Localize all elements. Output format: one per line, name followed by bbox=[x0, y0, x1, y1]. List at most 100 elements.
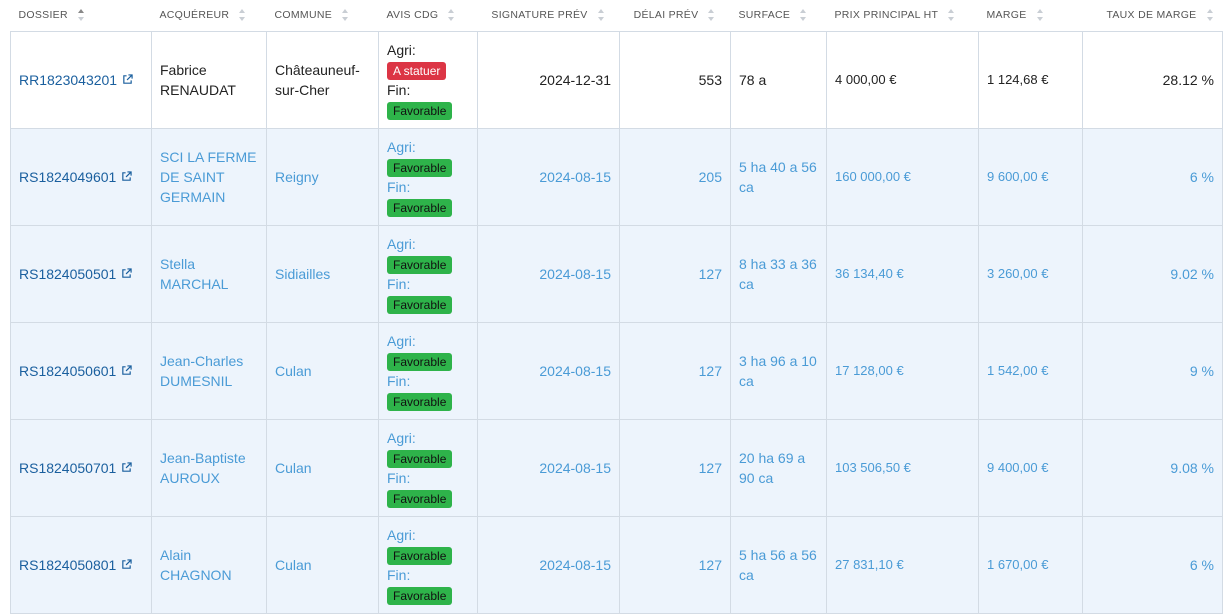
dossier-cell: RS1824049601 bbox=[10, 127, 152, 226]
fin-label: Fin: bbox=[387, 372, 411, 389]
dossier-link[interactable]: RS1824050501 bbox=[19, 266, 132, 282]
dossier-cell: RR1823043201 bbox=[10, 30, 152, 129]
column-header-label: Avis CDG bbox=[386, 9, 439, 22]
delai-cell: 127 bbox=[619, 321, 731, 420]
external-link-icon[interactable] bbox=[121, 364, 132, 376]
column-header-label: Marge bbox=[986, 9, 1027, 22]
agri-label: Agri: bbox=[387, 235, 416, 252]
surface-cell: 20 ha 69 a 90 ca bbox=[730, 418, 827, 517]
commune-cell: Sidiailles bbox=[266, 224, 379, 323]
column-header-label: Dossier bbox=[18, 9, 68, 22]
sort-arrows-icon[interactable] bbox=[77, 8, 86, 22]
surface-cell: 78 a bbox=[730, 30, 827, 129]
fin-status-badge: Favorable bbox=[387, 101, 453, 120]
dossier-id: RS1824049601 bbox=[19, 168, 117, 185]
table-row[interactable]: RS1824050501 Stella MARCHAL Sidiailles Agri… bbox=[10, 224, 1223, 323]
delai-cell: 127 bbox=[619, 224, 731, 323]
fin-label: Fin: bbox=[387, 178, 411, 195]
dossier-link[interactable]: RR1823043201 bbox=[19, 72, 133, 88]
table-row[interactable]: RS1824049601 SCI LA FERME DE SAINT GERMAI… bbox=[10, 127, 1223, 226]
sort-arrows-icon[interactable] bbox=[708, 8, 716, 22]
fin-status-badge: Favorable bbox=[387, 489, 453, 508]
sort-arrows-icon[interactable] bbox=[597, 8, 606, 22]
taux-cell: 6 % bbox=[1082, 127, 1223, 226]
table-row[interactable]: RS1824050601 Jean-Charles DUMESNIL Culan Ag… bbox=[10, 321, 1223, 420]
agri-label: Agri: bbox=[387, 526, 416, 543]
column-header-dossier[interactable]: Dossier bbox=[11, 0, 152, 31]
sort-arrows-icon[interactable] bbox=[1036, 8, 1045, 22]
column-header-surface[interactable]: Surface bbox=[731, 0, 827, 31]
sort-arrows-icon[interactable] bbox=[448, 8, 456, 22]
table-row[interactable]: RS1824050801 Alain CHAGNON Culan Agri: Favor… bbox=[10, 515, 1223, 614]
column-header-label: Taux de marge bbox=[1106, 9, 1197, 22]
column-header-label: Commune bbox=[274, 9, 333, 22]
fin-label: Fin: bbox=[387, 81, 411, 98]
fin-label: Fin: bbox=[387, 566, 411, 583]
column-header-marge[interactable]: Marge bbox=[979, 0, 1083, 31]
external-link-icon[interactable] bbox=[121, 461, 132, 473]
sort-arrows-icon[interactable] bbox=[948, 8, 956, 22]
dossier-cell: RS1824050701 bbox=[10, 418, 152, 517]
dossier-link[interactable]: RS1824050801 bbox=[19, 557, 132, 573]
agri-label: Agri: bbox=[387, 429, 416, 446]
avis-cdg-cell: Agri: Favorable Fin: Favorable bbox=[378, 224, 478, 323]
column-header-label: Prix principal HT bbox=[834, 9, 939, 22]
column-header-taux[interactable]: Taux de marge bbox=[1083, 0, 1223, 31]
dossier-link[interactable]: RS1824049601 bbox=[19, 169, 132, 185]
surface-cell: 5 ha 56 a 56 ca bbox=[730, 515, 827, 614]
prix-cell: 36 134,40 € bbox=[826, 224, 979, 323]
column-header-avis[interactable]: Avis CDG bbox=[379, 0, 478, 31]
table-row[interactable]: RR1823043201 Fabrice RENAUDAT Châteauneuf-… bbox=[10, 30, 1223, 129]
sort-arrows-icon[interactable] bbox=[800, 8, 808, 22]
prix-cell: 4 000,00 € bbox=[826, 30, 979, 129]
column-header-signature[interactable]: Signature prév bbox=[478, 0, 620, 31]
commune-cell: Culan bbox=[266, 515, 379, 614]
fin-status-badge: Favorable bbox=[387, 586, 453, 605]
taux-cell: 6 % bbox=[1082, 515, 1223, 614]
external-link-icon[interactable] bbox=[121, 558, 132, 570]
column-header-commune[interactable]: Commune bbox=[267, 0, 379, 31]
acquereur-cell: Jean-Charles DUMESNIL bbox=[151, 321, 267, 420]
dossier-link[interactable]: RS1824050601 bbox=[19, 363, 132, 379]
delai-cell: 553 bbox=[619, 30, 731, 129]
column-header-prix[interactable]: Prix principal HT bbox=[827, 0, 979, 31]
commune-cell: Châteauneuf-sur-Cher bbox=[266, 30, 379, 129]
delai-cell: 205 bbox=[619, 127, 731, 226]
dossier-link[interactable]: RS1824050701 bbox=[19, 460, 132, 476]
agri-label: Agri: bbox=[387, 332, 416, 349]
agri-status-badge: Favorable bbox=[387, 158, 453, 177]
sort-arrows-icon[interactable] bbox=[342, 8, 350, 22]
column-header-delai[interactable]: Délai prév bbox=[620, 0, 731, 31]
sort-arrows-icon[interactable] bbox=[1206, 8, 1215, 22]
dossier-id: RS1824050501 bbox=[19, 265, 117, 282]
taux-cell: 28.12 % bbox=[1082, 30, 1223, 129]
taux-cell: 9.08 % bbox=[1082, 418, 1223, 517]
avis-cdg-cell: Agri: Favorable Fin: Favorable bbox=[378, 321, 478, 420]
column-header-label: Surface bbox=[738, 9, 791, 22]
column-header-acquereur[interactable]: Acquéreur bbox=[152, 0, 267, 31]
external-link-icon[interactable] bbox=[122, 73, 133, 85]
surface-cell: 8 ha 33 a 36 ca bbox=[730, 224, 827, 323]
external-link-icon[interactable] bbox=[121, 267, 132, 279]
column-header-label: Acquéreur bbox=[159, 9, 230, 22]
fin-status-badge: Favorable bbox=[387, 198, 453, 217]
column-header-label: Délai prév bbox=[633, 9, 699, 22]
acquereur-cell: Jean-Baptiste AUROUX bbox=[151, 418, 267, 517]
sort-arrows-icon[interactable] bbox=[239, 8, 247, 22]
table-row[interactable]: RS1824050701 Jean-Baptiste AUROUX Culan Agr… bbox=[10, 418, 1223, 517]
acquereur-cell: Fabrice RENAUDAT bbox=[151, 30, 267, 129]
external-link-icon[interactable] bbox=[121, 170, 132, 182]
marge-cell: 1 670,00 € bbox=[978, 515, 1083, 614]
marge-cell: 9 400,00 € bbox=[978, 418, 1083, 517]
commune-cell: Culan bbox=[266, 418, 379, 517]
delai-cell: 127 bbox=[619, 515, 731, 614]
taux-cell: 9 % bbox=[1082, 321, 1223, 420]
signature-cell: 2024-08-15 bbox=[477, 515, 620, 614]
agri-status-badge: Favorable bbox=[387, 449, 453, 468]
surface-cell: 3 ha 96 a 10 ca bbox=[730, 321, 827, 420]
signature-cell: 2024-12-31 bbox=[477, 30, 620, 129]
prix-cell: 103 506,50 € bbox=[826, 418, 979, 517]
agri-label: Agri: bbox=[387, 138, 416, 155]
signature-cell: 2024-08-15 bbox=[477, 418, 620, 517]
surface-cell: 5 ha 40 a 56 ca bbox=[730, 127, 827, 226]
